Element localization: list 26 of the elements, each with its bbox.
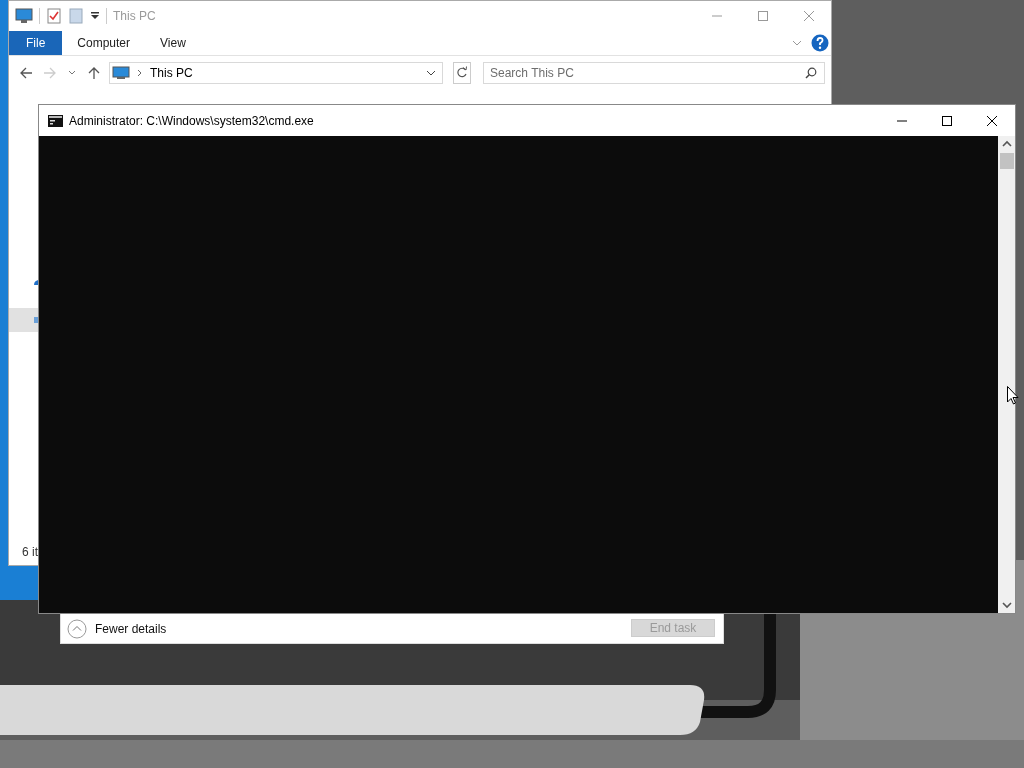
address-text: This PC xyxy=(150,66,193,80)
monitor-icon[interactable] xyxy=(15,8,33,24)
search-field[interactable]: Search This PC xyxy=(483,62,825,84)
console-icon xyxy=(48,114,63,127)
search-icon xyxy=(805,67,817,79)
checkmark-icon[interactable] xyxy=(46,8,62,24)
dropdown-icon[interactable] xyxy=(90,11,100,21)
chevron-up-icon[interactable] xyxy=(67,619,87,639)
maximize-icon[interactable] xyxy=(941,114,953,127)
ribbon-tab[interactable]: Computer xyxy=(62,31,146,55)
help-icon[interactable] xyxy=(811,34,829,52)
details-toggle-link[interactable]: Fewer details xyxy=(95,622,167,636)
chevron-right-icon xyxy=(136,69,144,77)
monitor-icon xyxy=(112,66,130,80)
status-text: 6 it xyxy=(21,544,39,561)
scrollbar-thumb[interactable] xyxy=(999,153,1014,169)
up-arrow-icon[interactable] xyxy=(87,66,101,80)
ribbon-tab[interactable]: View xyxy=(145,31,201,55)
refresh-icon[interactable] xyxy=(453,62,471,84)
window-title: Administrator: C:\Windows\system32\cmd.exe xyxy=(69,113,314,128)
back-arrow-icon[interactable] xyxy=(19,66,33,80)
address-bar[interactable]: This PC xyxy=(109,62,443,84)
ribbon-tab[interactable]: File xyxy=(9,31,63,55)
chevron-down-icon[interactable] xyxy=(426,68,436,78)
close-icon[interactable] xyxy=(986,114,998,127)
window-title: This PC xyxy=(113,9,156,23)
